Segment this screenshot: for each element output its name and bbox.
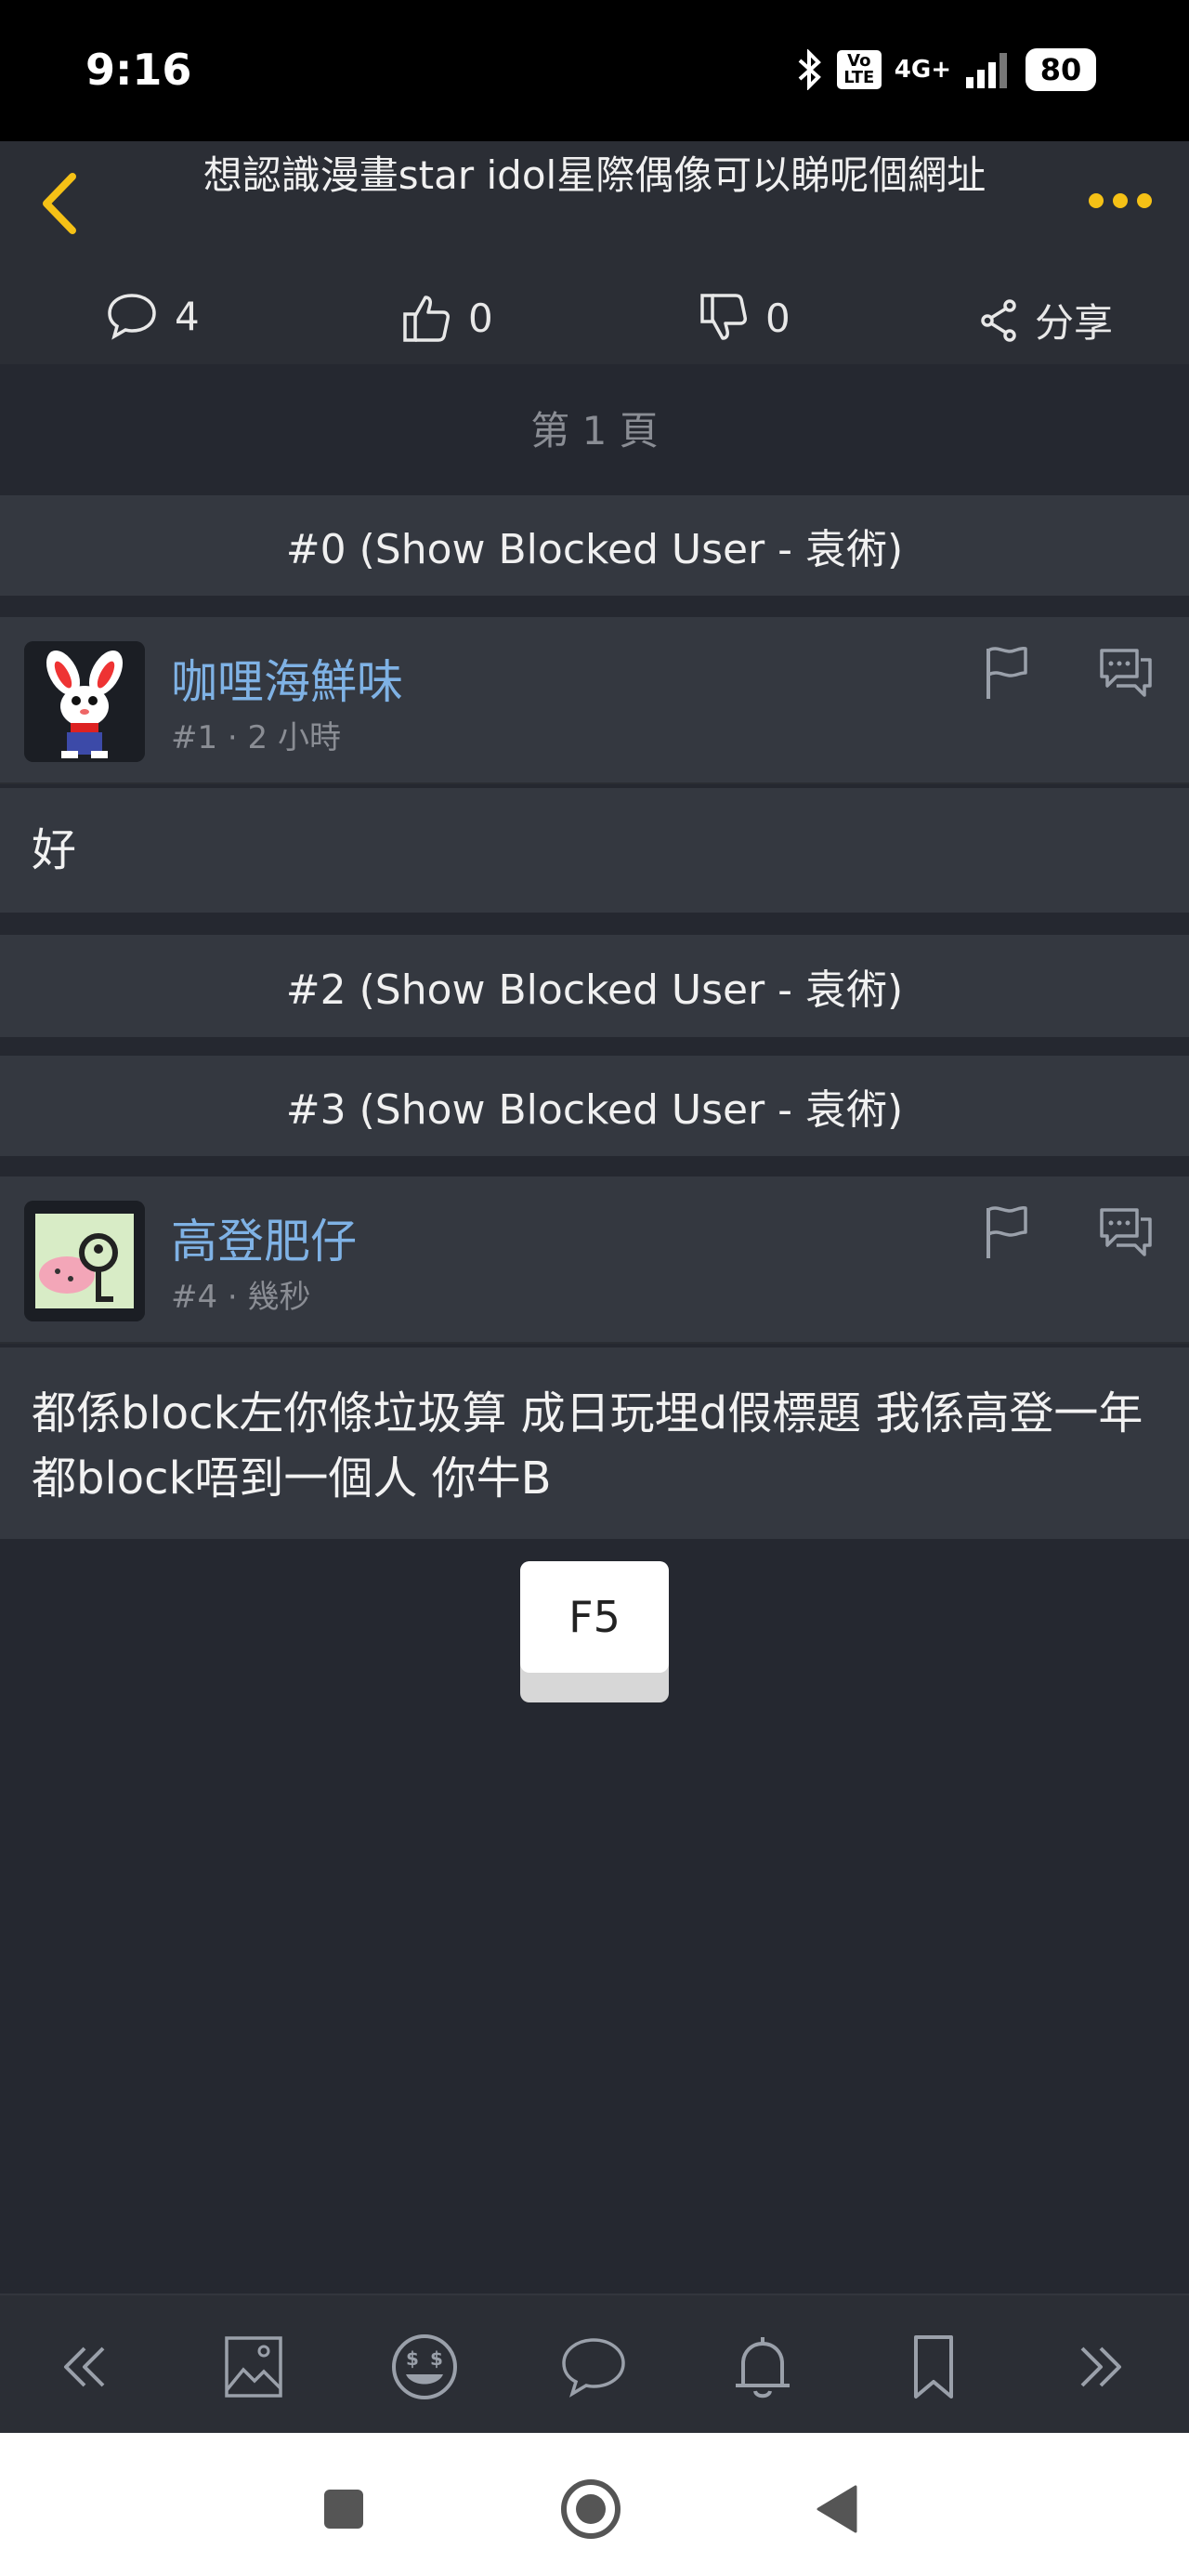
system-navigation-bar	[0, 2433, 1189, 2576]
share-label: 分享	[1035, 300, 1114, 346]
username[interactable]: 高登肥仔	[171, 1204, 357, 1271]
svg-text:$: $	[406, 2347, 419, 2370]
bluetooth-icon	[798, 49, 821, 90]
refresh-key-button[interactable]: F5	[520, 1561, 669, 1702]
username[interactable]: 咖哩海鮮味	[171, 645, 403, 712]
thumbs-up-icon	[403, 296, 450, 342]
recents-button[interactable]	[307, 2472, 381, 2546]
more-options-button[interactable]	[1089, 182, 1159, 219]
chat-bubble-icon	[1100, 1208, 1152, 1256]
report-button[interactable]	[983, 645, 1031, 706]
share-button[interactable]: 分享	[979, 292, 1113, 348]
comment-button[interactable]	[552, 2325, 635, 2409]
comments-button[interactable]: 4	[106, 292, 200, 340]
bell-icon	[736, 2337, 790, 2399]
chevron-left-icon	[43, 173, 76, 234]
image-icon	[225, 2336, 282, 2398]
more-dot-icon	[1089, 193, 1104, 208]
blocked-post-label: #0 (Show Blocked User - 袁術)	[285, 526, 904, 573]
volte-label: Vo LTE	[836, 50, 882, 89]
chat-bubble-icon	[1100, 649, 1152, 697]
last-page-button[interactable]	[1059, 2325, 1143, 2409]
blocked-post-label: #2 (Show Blocked User - 袁術)	[285, 966, 904, 1014]
status-bar: 9:16 Vo LTE 4G+ 80	[0, 0, 1189, 141]
square-icon	[324, 2490, 363, 2529]
avatar[interactable]	[24, 1201, 145, 1321]
emoji-button[interactable]: $ $	[383, 2325, 466, 2409]
flag-icon	[986, 1206, 1027, 1258]
bookmark-button[interactable]	[892, 2325, 975, 2409]
first-page-button[interactable]	[43, 2325, 126, 2409]
post-text: 好	[32, 824, 77, 876]
more-dot-icon	[1113, 193, 1128, 208]
quote-reply-button[interactable]	[1096, 1204, 1156, 1266]
svg-text:$: $	[430, 2347, 443, 2370]
notification-button[interactable]	[721, 2325, 804, 2409]
like-button[interactable]: 0	[401, 292, 493, 344]
page-number: 第 1 頁	[530, 408, 659, 453]
avatar[interactable]	[24, 641, 145, 762]
bottom-toolbar: $ $	[0, 2293, 1189, 2435]
report-button[interactable]	[983, 1204, 1031, 1266]
comments-count: 4	[175, 293, 200, 339]
post-meta: #1 · 2 小時	[171, 719, 341, 756]
post-content: 好	[0, 788, 1189, 913]
status-time: 9:16	[85, 45, 192, 95]
back-button[interactable]	[33, 162, 89, 245]
home-button[interactable]	[554, 2472, 628, 2546]
dislikes-count: 0	[765, 295, 790, 341]
post-content: 都係block左你條垃圾算 成日玩埋d假標題 我係高登一年都block唔到一個人…	[0, 1347, 1189, 1539]
thread-header: 想認識漫畫star idol星際偶像可以睇呢個網址	[0, 141, 1189, 271]
post-header: 咖哩海鮮味 #1 · 2 小時	[0, 617, 1189, 784]
post-meta: #4 · 幾秒	[171, 1279, 311, 1316]
post-text: 都係block左你條垃圾算 成日玩埋d假標題 我係高登一年都block唔到一個人…	[32, 1387, 1143, 1505]
share-icon	[981, 298, 1016, 342]
status-icons: Vo LTE 4G+ 80	[796, 48, 1096, 91]
triangle-back-icon	[817, 2485, 857, 2533]
thumbs-down-icon	[700, 294, 747, 340]
blocked-user-post[interactable]: #2 (Show Blocked User - 袁術)	[0, 935, 1189, 1037]
signal-icon	[966, 53, 1007, 88]
post-header: 高登肥仔 #4 · 幾秒	[0, 1176, 1189, 1344]
quote-reply-button[interactable]	[1096, 645, 1156, 706]
battery-level: 80	[1026, 48, 1096, 91]
money-emoji-icon: $ $	[392, 2334, 457, 2399]
image-button[interactable]	[212, 2325, 295, 2409]
comment-icon	[562, 2338, 625, 2398]
thread-title: 想認識漫畫star idol星際偶像可以睇呢個網址	[203, 152, 986, 198]
network-label: 4G+	[894, 56, 951, 84]
flag-icon	[986, 647, 1027, 699]
back-nav-button[interactable]	[799, 2472, 873, 2546]
dislike-button[interactable]: 0	[699, 292, 790, 344]
more-dot-icon	[1137, 193, 1152, 208]
comment-icon	[108, 294, 156, 340]
double-chevron-right-icon	[1080, 2346, 1121, 2387]
refresh-key-label: F5	[520, 1561, 669, 1673]
likes-count: 0	[468, 295, 493, 341]
home-circle-icon	[561, 2479, 621, 2539]
bookmark-icon	[914, 2335, 953, 2399]
thread-actions: 4 0 0 分享	[0, 271, 1189, 364]
blocked-post-label: #3 (Show Blocked User - 袁術)	[285, 1086, 904, 1134]
double-chevron-left-icon	[64, 2346, 105, 2387]
blocked-user-post[interactable]: #0 (Show Blocked User - 袁術)	[0, 495, 1189, 596]
rabbit-avatar-icon	[24, 641, 145, 762]
pig-avatar-icon	[24, 1201, 145, 1321]
blocked-user-post[interactable]: #3 (Show Blocked User - 袁術)	[0, 1056, 1189, 1156]
